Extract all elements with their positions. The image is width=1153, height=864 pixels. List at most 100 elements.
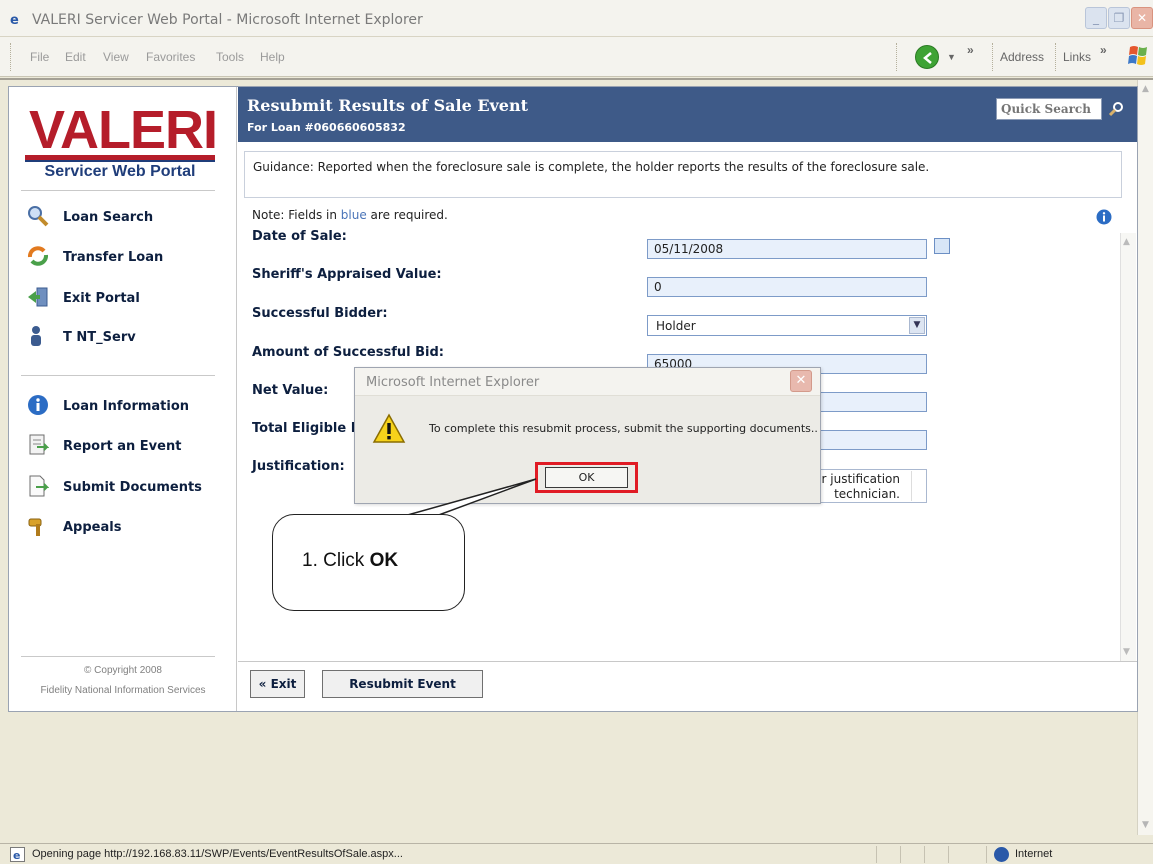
address-label[interactable]: Address (1000, 50, 1044, 64)
scroll-down-icon[interactable]: ▼ (1140, 820, 1151, 831)
page-scrollbar[interactable]: ▲ ▼ (1137, 80, 1153, 835)
sidebar-item-label: Loan Information (63, 399, 190, 414)
callout-text: 1. Click OK (302, 550, 398, 572)
menu-tools[interactable]: Tools (216, 50, 244, 64)
textarea-scrollbar[interactable] (911, 471, 925, 501)
back-dropdown-icon[interactable]: ▼ (947, 52, 956, 62)
appraised-value-field[interactable]: 0 (647, 277, 927, 297)
scroll-down-icon[interactable]: ▼ (1123, 647, 1130, 657)
security-zone: Internet (1015, 848, 1053, 860)
back-arrow-icon (923, 52, 932, 64)
toolbar-grip (992, 43, 995, 71)
ie-page-icon: e (10, 847, 25, 862)
search-icon[interactable] (1108, 101, 1124, 117)
chevron-down-icon[interactable]: ▼ (909, 317, 925, 334)
menu-help[interactable]: Help (260, 50, 285, 64)
menu-bar: File Edit View Favorites Tools Help ▼ » … (0, 37, 1153, 77)
calendar-icon[interactable] (934, 238, 950, 254)
amount-bid-label: Amount of Successful Bid: (252, 345, 444, 360)
logo-blue-bar (25, 160, 215, 162)
sidebar-item-loan-search[interactable]: Loan Search (27, 205, 217, 229)
toolbar-grip (1055, 43, 1058, 71)
valeri-logo: VALERI Servicer Web Portal (25, 101, 221, 189)
justification-label: Justification: (252, 459, 345, 474)
sidebar-item-appeals[interactable]: Appeals (27, 515, 217, 539)
quick-search-input[interactable] (996, 98, 1102, 120)
dialog-message: To complete this resubmit process, submi… (429, 422, 818, 435)
toolbar-grip (896, 43, 899, 71)
scroll-up-icon[interactable]: ▲ (1140, 84, 1151, 95)
windows-logo-icon (1128, 46, 1147, 65)
sidebar-item-submit-documents[interactable]: Submit Documents (27, 475, 217, 499)
toolbar-grip (10, 43, 13, 71)
transfer-icon (28, 246, 48, 266)
ok-button[interactable]: OK (545, 467, 628, 488)
ie-icon: e (8, 11, 24, 27)
menu-file[interactable]: File (30, 50, 49, 64)
sidebar-item-exit-portal[interactable]: Exit Portal (27, 286, 217, 310)
logo-text: VALERI (29, 100, 218, 160)
minimize-button[interactable]: _ (1085, 7, 1107, 29)
menu-favorites[interactable]: Favorites (146, 50, 195, 64)
guidance-box: Guidance: Reported when the foreclosure … (244, 151, 1122, 198)
successful-bidder-value: Holder (656, 319, 696, 333)
info-icon[interactable] (1096, 209, 1112, 225)
restore-button[interactable]: ❐ (1108, 7, 1130, 29)
status-divider (948, 846, 949, 863)
sidebar-item-label: Transfer Loan (63, 250, 164, 265)
status-text: Opening page http://192.168.83.11/SWP/Ev… (32, 848, 403, 860)
svg-text:e: e (13, 849, 20, 862)
successful-bidder-select[interactable]: Holder ▼ (647, 315, 927, 336)
svg-text:e: e (10, 13, 19, 27)
sidebar-item-loan-information[interactable]: Loan Information (27, 394, 217, 418)
form-scrollbar[interactable]: ▲ ▼ (1120, 233, 1136, 661)
date-of-sale-label: Date of Sale: (252, 229, 347, 244)
gavel-icon (28, 518, 42, 536)
info-icon (28, 395, 48, 415)
close-window-button[interactable]: ✕ (1131, 7, 1153, 29)
copyright-company: Fidelity National Information Services (40, 685, 206, 696)
menu-edit[interactable]: Edit (65, 50, 86, 64)
copyright: © Copyright 2008 Fidelity National Infor… (9, 661, 237, 701)
required-note: Note: Fields in blue are required. (252, 208, 448, 222)
appraised-value-label: Sheriff's Appraised Value: (252, 267, 442, 282)
status-divider (900, 846, 901, 863)
callout-prefix: 1. Click (302, 550, 370, 571)
report-icon (29, 434, 49, 455)
sidebar-item-label: Report an Event (63, 439, 182, 454)
status-bar: e Opening page http://192.168.83.11/SWP/… (0, 843, 1153, 864)
sidebar-item-user[interactable]: T NT_Serv (27, 325, 217, 349)
internet-zone-icon (994, 847, 1009, 862)
sidebar-item-label: Loan Search (63, 210, 154, 225)
exit-button[interactable]: « Exit (250, 670, 305, 698)
status-divider (924, 846, 925, 863)
status-divider (876, 846, 877, 863)
sidebar: VALERI Servicer Web Portal Loan Search T… (9, 87, 237, 711)
date-of-sale-field[interactable]: 05/11/2008 (647, 239, 927, 259)
sidebar-item-transfer-loan[interactable]: Transfer Loan (27, 245, 217, 269)
back-button[interactable] (915, 45, 939, 69)
logo-subtitle: Servicer Web Portal (44, 163, 196, 180)
links-chevron[interactable]: » (1100, 43, 1107, 57)
dialog-close-button[interactable]: ✕ (790, 370, 812, 392)
page-title: Resubmit Results of Sale Event (247, 96, 529, 115)
links-label[interactable]: Links (1063, 50, 1091, 64)
sidebar-divider (21, 375, 215, 376)
menu-view[interactable]: View (103, 50, 129, 64)
warning-icon (372, 413, 406, 443)
sidebar-divider (21, 656, 215, 657)
sidebar-divider (21, 190, 215, 191)
note-blue-word: blue (340, 208, 367, 222)
net-value-label: Net Value: (252, 383, 329, 398)
window-title: VALERI Servicer Web Portal - Microsoft I… (32, 12, 423, 28)
toolbar-chevron[interactable]: » (967, 43, 974, 57)
sidebar-item-label: T NT_Serv (63, 330, 136, 345)
scroll-up-icon[interactable]: ▲ (1123, 237, 1130, 247)
status-divider (986, 846, 987, 863)
sidebar-item-report-event[interactable]: Report an Event (27, 434, 217, 458)
resubmit-event-button[interactable]: Resubmit Event (322, 670, 483, 698)
dialog-title: Microsoft Internet Explorer (366, 375, 540, 390)
magnifier-icon (28, 206, 49, 227)
document-icon (29, 475, 49, 497)
dialog-title-bar: Microsoft Internet Explorer ✕ (355, 368, 820, 396)
